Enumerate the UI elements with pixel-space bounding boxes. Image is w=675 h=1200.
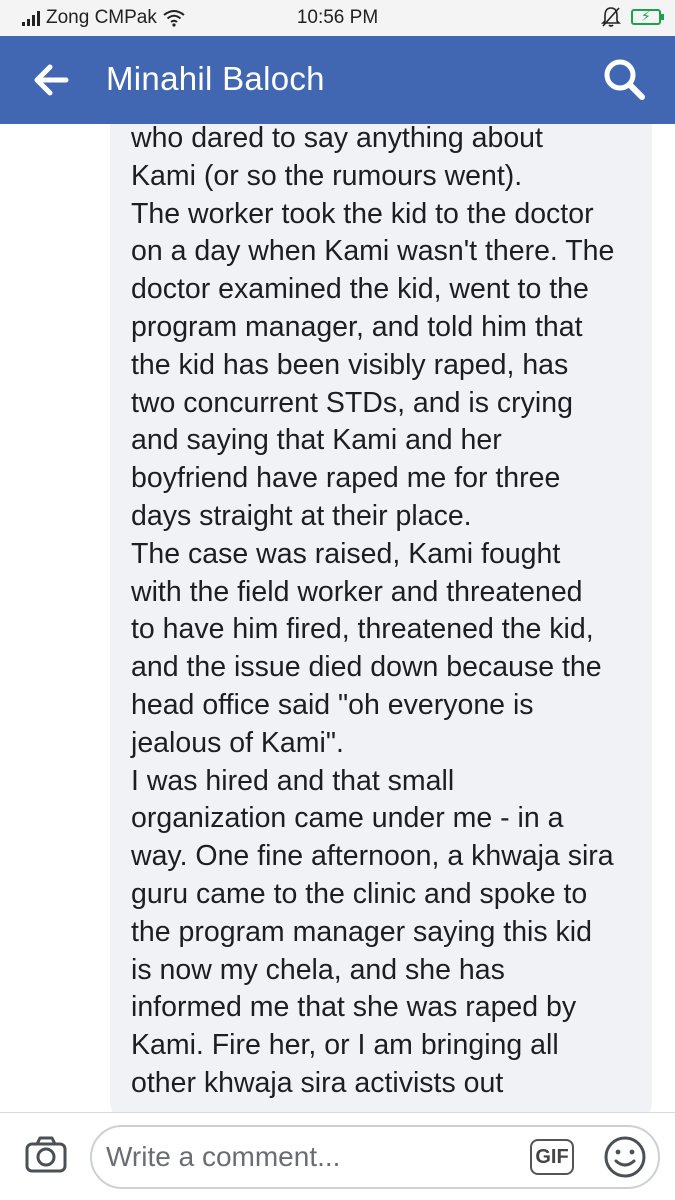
comment-line: other khwaja sira activists out — [131, 1066, 504, 1099]
comment-line: guru came to the clinic and spoke to — [131, 877, 588, 910]
comment-line: boyfriend have raped me for three — [131, 462, 561, 495]
search-icon[interactable] — [601, 56, 647, 102]
comment-line: the program manager saying this kid — [131, 915, 592, 948]
comment-line: who dared to say anything about — [131, 124, 543, 154]
comment-line: Kami (or so the rumours went). — [131, 159, 523, 192]
comment-line: Kami. Fire her, or I am bringing all — [131, 1029, 559, 1062]
comment-line: and saying that Kami and her — [131, 424, 502, 457]
comment-line: the kid has been visibly raped, has — [131, 348, 569, 381]
comment-line: days straight at their place. — [131, 499, 472, 532]
back-arrow-icon[interactable] — [26, 58, 72, 102]
comment-thread: who dared to say anything about Kami (or… — [0, 124, 675, 1112]
status-bar: Zong CMPak 10:56 PM ⚡ — [0, 0, 675, 36]
comment-line: with the field worker and threatened — [131, 575, 583, 608]
camera-icon[interactable] — [24, 1135, 68, 1175]
battery-charging-icon: ⚡ — [631, 8, 664, 25]
status-time: 10:56 PM — [296, 7, 379, 28]
comment-line: informed me that she was raped by — [131, 991, 577, 1024]
comment-line: on a day when Kami wasn't there. The — [131, 235, 615, 268]
comment-line: way. One fine afternoon, a khwaja sira — [131, 840, 614, 873]
comment-line: and the issue died down because the — [131, 651, 602, 684]
comment-line: I was hired and that small — [131, 764, 455, 797]
comment-line: two concurrent STDs, and is crying — [131, 386, 573, 419]
comment-input[interactable]: Write a comment... GIF — [90, 1125, 660, 1189]
comment-line: program manager, and told him that — [131, 310, 583, 343]
status-right-icons: ⚡ — [601, 6, 664, 28]
app-header: Minahil Baloch — [0, 36, 675, 124]
comment-line: is now my chela, and she has — [131, 953, 505, 986]
comment-line: jealous of Kami". — [131, 726, 344, 759]
comment-composer: Write a comment... GIF — [0, 1112, 675, 1200]
comment-line: doctor examined the kid, went to the — [131, 273, 589, 306]
page-title: Minahil Baloch — [106, 60, 325, 97]
alarm-off-icon — [601, 7, 621, 27]
emoji-icon[interactable] — [602, 1134, 648, 1180]
comment-placeholder: Write a comment... — [106, 1141, 341, 1172]
comment-line: The case was raised, Kami fought — [131, 537, 561, 570]
comment-text: who dared to say anything about Kami (or… — [131, 124, 646, 1103]
comment-line: to have him fired, threatened the kid, — [131, 613, 594, 646]
comment-line: The worker took the kid to the doctor — [131, 197, 594, 230]
comment-line: organization came under me - in a — [131, 802, 564, 835]
comment-line: head office said "oh everyone is — [131, 688, 534, 721]
gif-button[interactable]: GIF — [530, 1139, 574, 1175]
